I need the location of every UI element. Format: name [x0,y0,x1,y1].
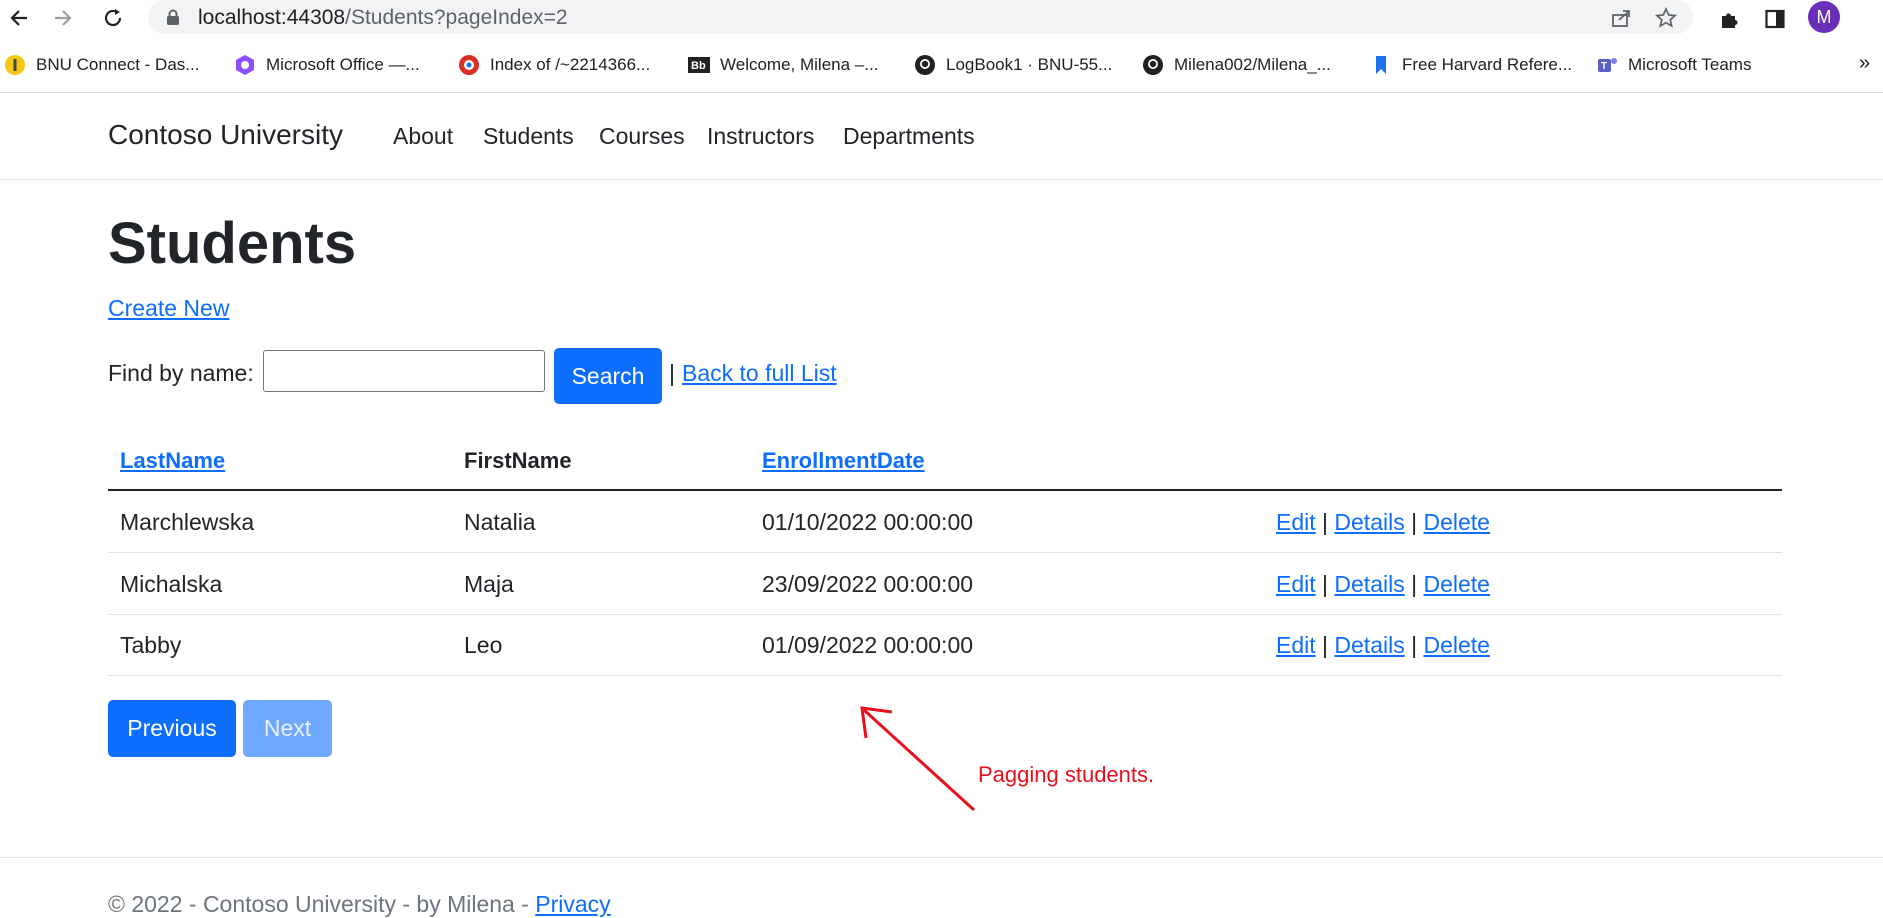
bnu-icon [4,54,26,76]
nav-about[interactable]: About [393,123,453,150]
cell-firstname: Leo [464,632,503,658]
bookmark-label: LogBook1 · BNU-55... [946,55,1113,74]
bookmark-label: Milena002/Milena_... [1174,55,1331,74]
github-icon [914,54,936,76]
svg-text:T: T [1601,61,1607,72]
bookmark-item[interactable]: Free Harvard Refere... [1370,48,1572,82]
header-firstname: FirstName [464,448,572,473]
search-input[interactable] [263,350,545,392]
details-link[interactable]: Details [1334,632,1404,658]
address-bar[interactable]: localhost:44308/Students?pageIndex=2 [148,0,1693,34]
bookmark-icon [1370,54,1392,76]
site-navbar: Contoso University About Students Course… [0,93,1883,180]
url-path: /Students?pageIndex=2 [345,6,568,29]
extensions-icon[interactable] [1714,4,1744,34]
cell-lastname: Tabby [120,632,182,658]
bookmark-item[interactable]: Index of /~2214366... [458,48,650,82]
github-icon [1142,54,1164,76]
bookmarks-bar: BNU Connect - Das... Microsoft Office —.… [0,48,1883,82]
action-separator: | [1322,571,1329,597]
create-new-link[interactable]: Create New [108,295,229,322]
svg-text:Bb: Bb [691,60,706,72]
bookmark-item[interactable]: Milena002/Milena_... [1142,48,1331,82]
share-icon[interactable] [1608,5,1634,31]
bookmark-label: Index of /~2214366... [490,55,651,74]
search-button[interactable]: Search [554,348,662,404]
edit-link[interactable]: Edit [1276,632,1316,658]
table-row: Tabby Leo 01/09/2022 00:00:00 Edit | Det… [108,614,1782,676]
edit-link[interactable]: Edit [1276,509,1316,535]
action-separator: | [1411,571,1418,597]
action-separator: | [1411,509,1418,535]
bookmark-label: Free Harvard Refere... [1402,55,1573,74]
find-by-name-label: Find by name: [108,360,254,386]
footer-copyright: © 2022 - Contoso University - by Milena … [108,891,529,917]
bookmark-item[interactable]: T Microsoft Teams [1596,48,1751,82]
annotation-text: Pagging students. [978,762,1155,787]
browser-chrome: localhost:44308/Students?pageIndex=2 M B… [0,0,1883,93]
bookmark-item[interactable]: Bb Welcome, Milena –... [688,48,878,82]
cell-lastname: Michalska [120,571,223,597]
site-brand[interactable]: Contoso University [108,119,343,151]
action-separator: | [1322,632,1329,658]
row-actions: Edit | Details | Delete [1276,571,1490,598]
office-icon [234,54,256,76]
header-enrollmentdate-sort-link[interactable]: EnrollmentDate [762,448,925,474]
cell-firstname: Natalia [464,509,536,535]
bookmarks-overflow-button[interactable]: » [1859,52,1870,75]
edit-link[interactable]: Edit [1276,571,1316,597]
page-title: Students [108,211,357,276]
url-text[interactable]: localhost:44308/Students?pageIndex=2 [198,6,568,30]
nav-courses[interactable]: Courses [599,123,685,150]
bookmark-item[interactable]: LogBook1 · BNU-55... [914,48,1112,82]
back-to-full-list-link[interactable]: Back to full List [682,360,837,387]
url-host: localhost:44308 [198,6,346,29]
star-icon[interactable] [1653,5,1679,31]
lock-icon[interactable] [166,9,180,30]
cell-lastname: Marchlewska [120,509,255,535]
bookmark-label: Microsoft Office —... [266,55,420,74]
nav-departments[interactable]: Departments [843,123,975,150]
teams-icon: T [1596,54,1618,76]
bookmark-item[interactable]: BNU Connect - Das... [4,48,199,82]
footer: © 2022 - Contoso University - by Milena … [0,857,1883,918]
blackboard-icon: Bb [688,54,710,76]
action-separator: | [1322,509,1329,535]
previous-button[interactable]: Previous [108,700,236,757]
bookmark-label: BNU Connect - Das... [36,55,200,74]
next-button-disabled: Next [243,700,332,757]
row-actions: Edit | Details | Delete [1276,632,1490,659]
annotation-arrow [860,706,976,812]
bookmark-label: Microsoft Teams [1628,55,1752,74]
action-separator: | [1411,632,1418,658]
row-actions: Edit | Details | Delete [1276,509,1490,536]
table-row: Michalska Maja 23/09/2022 00:00:00 Edit … [108,553,1782,615]
details-link[interactable]: Details [1334,571,1404,597]
forward-arrow-icon[interactable] [48,3,78,33]
profile-avatar[interactable]: M [1808,1,1840,33]
details-link[interactable]: Details [1334,509,1404,535]
nav-students[interactable]: Students [483,123,574,150]
header-lastname-sort-link[interactable]: LastName [120,448,225,474]
reload-icon[interactable] [98,3,128,33]
privacy-link[interactable]: Privacy [535,891,610,917]
delete-link[interactable]: Delete [1423,509,1489,535]
cell-enrollmentdate: 01/10/2022 00:00:00 [762,509,974,535]
table-row: Marchlewska Natalia 01/10/2022 00:00:00 … [108,491,1782,553]
separator: | [669,360,675,386]
delete-link[interactable]: Delete [1423,571,1489,597]
index-icon [458,54,480,76]
footer-text: © 2022 - Contoso University - by Milena … [108,891,611,918]
cell-enrollmentdate: 01/09/2022 00:00:00 [762,632,974,658]
cell-firstname: Maja [464,571,514,597]
nav-instructors[interactable]: Instructors [707,123,814,150]
back-arrow-icon[interactable] [4,3,34,33]
side-panel-icon[interactable] [1760,4,1790,34]
bookmark-label: Welcome, Milena –... [720,55,879,74]
bookmark-item[interactable]: Microsoft Office —... [234,48,420,82]
delete-link[interactable]: Delete [1423,632,1489,658]
cell-enrollmentdate: 23/09/2022 00:00:00 [762,571,974,597]
